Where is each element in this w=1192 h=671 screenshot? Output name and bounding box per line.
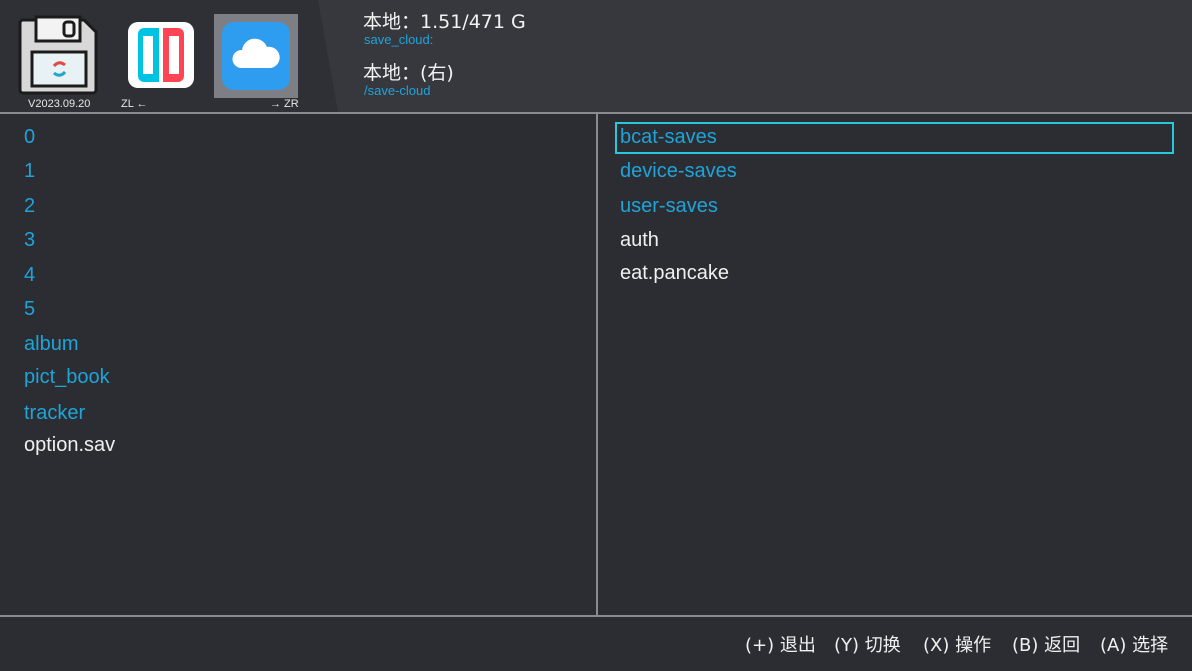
list-item[interactable]: 0 [24, 124, 35, 150]
exit-hint[interactable]: (+) 退出 [745, 631, 816, 657]
right-file-pane[interactable]: bcat-saves device-saves user-saves auth … [598, 114, 1192, 615]
back-hint[interactable]: (B) 返回 [1012, 631, 1080, 657]
storage-path: save_cloud: [364, 32, 434, 47]
version-label: V2023.09.20 [28, 98, 91, 110]
list-item[interactable]: pict_book [24, 364, 110, 390]
left-file-pane[interactable]: 0 1 2 3 4 5 album pict_book tracker opti… [0, 114, 596, 615]
list-item[interactable]: 4 [24, 262, 35, 288]
save-disk-icon[interactable] [18, 14, 100, 96]
list-item[interactable]: 2 [24, 193, 35, 219]
pane-info: 本地：(右) [363, 62, 454, 84]
select-hint[interactable]: (A) 选择 [1100, 631, 1168, 657]
current-path: /save-cloud [364, 83, 431, 98]
list-item[interactable]: user-saves [620, 193, 718, 219]
cloud-icon [222, 22, 290, 90]
operate-hint[interactable]: (X) 操作 [923, 631, 991, 657]
list-item[interactable]: tracker [24, 400, 85, 426]
list-item[interactable]: eat.pancake [620, 260, 729, 286]
switch-hint[interactable]: (Y) 切换 [834, 631, 901, 657]
header-bar: V2023.09.20 ZL ← → ZR 本地：1.51/471 G save… [0, 0, 1192, 112]
list-item[interactable]: album [24, 331, 78, 357]
storage-info: 本地：1.51/471 G [363, 11, 526, 33]
zl-hint: ZL ← [121, 98, 148, 110]
cloud-tab[interactable] [214, 14, 298, 98]
list-item-selected[interactable]: bcat-saves [620, 124, 717, 150]
footer-bar: (+) 退出 (Y) 切换 (X) 操作 (B) 返回 (A) 选择 [0, 617, 1192, 671]
zr-hint: → ZR [270, 98, 299, 110]
list-item[interactable]: 1 [24, 158, 35, 184]
list-item[interactable]: auth [620, 227, 659, 253]
list-item[interactable]: device-saves [620, 158, 737, 184]
switch-console-icon[interactable] [120, 14, 202, 96]
list-item[interactable]: 3 [24, 227, 35, 253]
list-item[interactable]: option.sav [24, 432, 115, 458]
list-item[interactable]: 5 [24, 296, 35, 322]
